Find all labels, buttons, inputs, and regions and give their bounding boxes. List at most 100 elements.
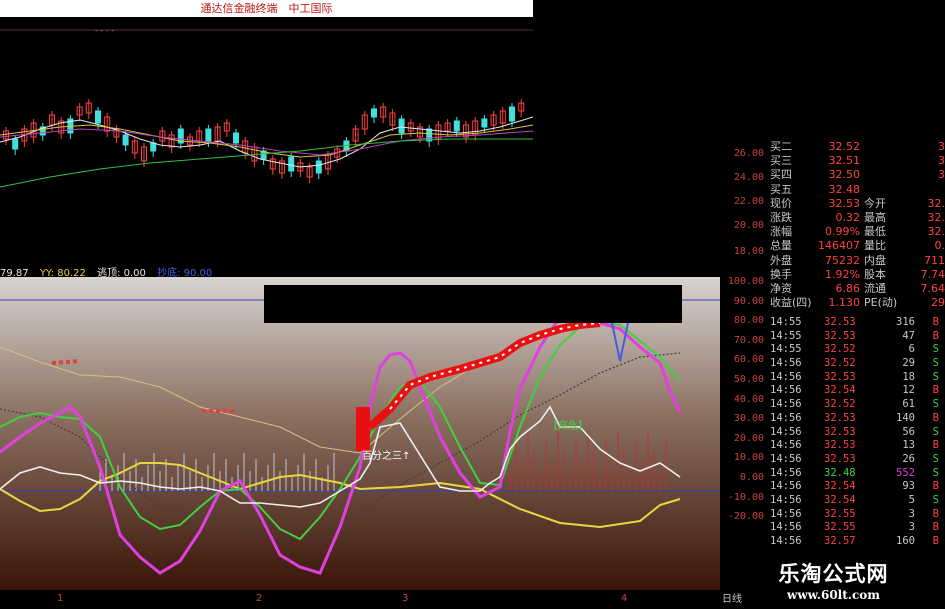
tick-time: 14:55 [770,329,802,342]
quote-value-2: 3 [938,140,945,153]
tick-row[interactable]: 14:56 32.53 18 S [768,371,945,385]
quote-value: 0.99% [825,225,860,239]
oscillator-tick: 10.00 [733,452,764,464]
tick-volume: 140 [896,411,915,424]
quote-label: 现价 [770,196,792,210]
oscillator-tick: 20.00 [733,432,764,444]
tick-volume: 93 [902,480,915,493]
price-axis: 26.00 24.00 22.00 20.00 18.00 [720,140,768,265]
tick-volume: 3 [908,521,915,534]
quote-value: 1.130 [828,296,861,310]
tick-row[interactable]: 14:56 32.53 13 B [768,439,945,453]
tick-row[interactable]: 14:56 32.52 29 S [768,357,945,371]
tick-row[interactable]: 14:56 32.55 3 B [768,521,945,535]
tick-row[interactable]: 14:56 32.53 56 S [768,426,945,440]
quote-value: 32.48 [828,182,861,196]
quote-value-2: 32. [927,210,945,224]
tick-volume: 13 [902,439,915,452]
tick-row[interactable]: 14:55 32.53 47 B [768,330,945,344]
quote-value: 146407 [818,239,860,253]
percent-label: 百分之三↑ [362,449,410,462]
tick-row[interactable]: 14:56 32.53 140 B [768,412,945,426]
price-candlestick-chart[interactable]: - - - - [0,17,533,267]
redaction-box [264,285,682,323]
candle [398,118,405,134]
tick-list[interactable]: 14:55 32.53 316 B 14:55 32.53 47 B 14:55 32.52 6 S 1… [768,316,945,549]
price-tick: 22.00 [733,196,764,207]
tick-price: 32.55 [824,507,856,520]
tick-row[interactable]: 14:56 32.54 93 B [768,480,945,494]
svg-text:- - - -: - - - - [95,26,114,35]
quote-label-2: 最高 [864,210,886,224]
date-label: 4 [621,593,628,604]
tick-volume: 61 [902,398,915,411]
quote-row: 净资 6.86 流通 7.64 [768,282,945,296]
flag-label: 【高危】 [548,419,588,432]
tick-time: 14:56 [770,411,802,424]
tick-volume: 18 [902,370,915,383]
price-tick: 24.00 [733,172,764,183]
oscillator-tick: 60.00 [733,354,764,366]
tick-time: 14:56 [770,466,802,479]
quote-row: 现价 32.53 今开 32. [768,197,945,211]
tick-row[interactable]: 14:55 32.52 6 S [768,343,945,357]
quote-label-2: PE(动) [864,296,898,310]
quote-label: 买三 [770,154,792,168]
oscillator-tick: -20.00 [727,511,764,523]
quote-panel: 买二 32.52 3 买三 32.51 3 买四 32.50 3 买五 32.48 现价 32.53 今开… [768,140,945,310]
tick-volume: 29 [902,357,915,370]
tick-side: B [932,507,939,520]
tick-price: 32.53 [824,370,856,383]
period-label[interactable]: 日线 [722,590,742,605]
quote-value: 1.92% [825,267,860,281]
site-watermark: 乐淘公式网 www.60lt.com [722,556,945,609]
tick-price: 32.54 [824,480,856,493]
quote-label: 收益(四) [770,296,812,310]
tick-row[interactable]: 14:56 32.55 3 B [768,508,945,522]
tick-row[interactable]: 14:56 32.57 160 B [768,535,945,549]
tick-price: 32.54 [824,384,856,397]
oscillator-tick: 70.00 [733,334,764,346]
tick-side: S [932,370,939,383]
tick-price: 32.52 [824,357,856,370]
tick-volume: 5 [908,493,915,506]
tick-side: S [932,466,939,479]
quote-row: 换手 1.92% 股本 7.74 [768,268,945,282]
oscillator-tick: 90.00 [733,295,764,307]
candle [371,108,377,118]
oscillator-tick: 50.00 [733,374,764,385]
tick-time: 14:56 [770,535,802,547]
tick-price: 32.52 [824,398,856,411]
quote-value-2: 711 [924,253,945,267]
tick-row[interactable]: 14:56 32.54 5 S [768,494,945,508]
tick-row[interactable]: 14:56 32.48 552 S [768,467,945,481]
tick-row[interactable]: 14:56 32.53 26 S [768,453,945,467]
tick-volume: 552 [896,466,915,479]
tick-volume: 56 [902,425,915,438]
tick-price: 32.53 [824,425,856,438]
tick-row[interactable]: 14:56 32.54 12 B [768,384,945,398]
tick-row[interactable]: 14:56 32.52 61 S [768,398,945,412]
quote-label: 外盘 [770,253,792,267]
quote-value-2: 7.74 [920,267,945,281]
tick-time: 14:56 [770,370,802,383]
quote-label-2: 内盘 [864,253,886,267]
tick-time: 14:56 [770,398,802,411]
quote-value-2: 29 [931,296,945,310]
tick-time: 14:56 [770,493,802,506]
candle [453,120,460,132]
oscillator-chart[interactable]: 百分之三↑ 【高危】 [0,277,720,590]
quote-value: 32.51 [828,154,861,168]
tick-side: B [932,384,939,397]
trading-terminal: 通达信金融终端 中工国际 - - - - 79.87 YY: 80.22 逃顶:… [0,0,945,609]
tick-row[interactable]: 14:55 32.53 316 B [768,316,945,330]
quote-value: 0.32 [835,210,861,224]
tick-volume: 6 [908,343,915,356]
tick-side: B [932,535,939,547]
date-label: 1 [57,593,64,604]
date-label: 3 [402,593,409,604]
date-label: 2 [256,593,263,604]
tick-side: S [932,493,939,506]
oscillator-tick: 30.00 [733,413,764,425]
quote-value-2: 32. [927,196,945,210]
